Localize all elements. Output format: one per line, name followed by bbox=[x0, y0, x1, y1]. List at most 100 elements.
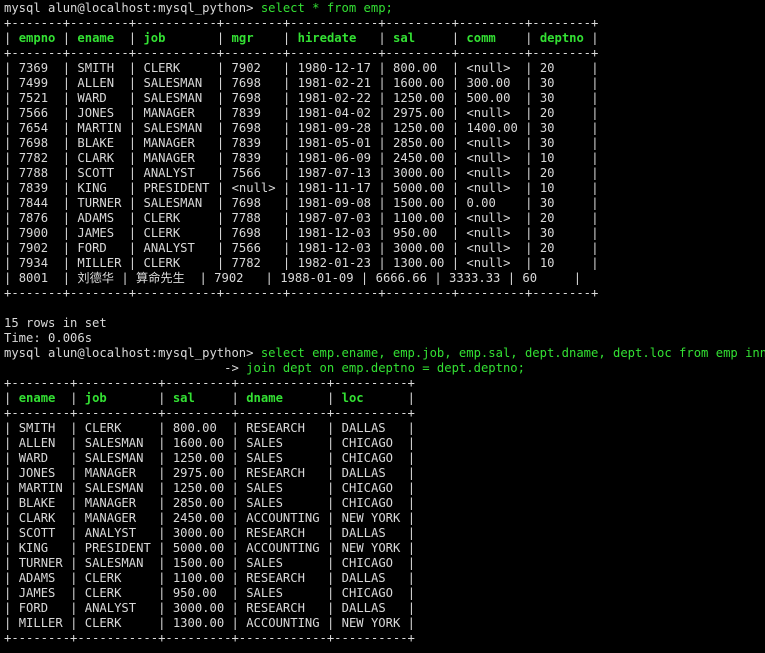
cell-empno: 7521 bbox=[18, 91, 49, 105]
cell-sal: 3000.00 bbox=[172, 601, 225, 615]
cell-ename: ALLEN bbox=[18, 436, 56, 450]
cell-loc: DALLAS bbox=[341, 466, 386, 480]
cell-job: MANAGER bbox=[143, 151, 195, 165]
query-time: Time: 0.006s bbox=[4, 331, 93, 345]
cell-job: CLERK bbox=[84, 421, 122, 435]
cell-job: PRESIDENT bbox=[84, 541, 151, 555]
cell-ename: JONES bbox=[77, 106, 115, 120]
table-row: | 7839 | KING | PRESIDENT | <null> | 198… bbox=[4, 181, 599, 195]
cell-comm: <null> bbox=[466, 136, 511, 150]
cell-loc: DALLAS bbox=[341, 571, 386, 585]
table-row: | 7844 | TURNER | SALESMAN | 7698 | 1981… bbox=[4, 196, 599, 210]
column-header-dname: dname bbox=[246, 391, 283, 405]
cell-ename: KING bbox=[18, 541, 49, 555]
cell-sal: 1300.00 bbox=[393, 256, 445, 270]
cell-sal: 1500.00 bbox=[393, 196, 445, 210]
cell-deptno: 30 bbox=[539, 121, 555, 135]
cell-loc: CHICAGO bbox=[341, 586, 393, 600]
table-row: | JONES | MANAGER | 2975.00 | RESEARCH |… bbox=[4, 466, 416, 480]
cell-ename: JAMES bbox=[18, 586, 56, 600]
cell-deptno: 10 bbox=[539, 151, 555, 165]
cell-ename: ADAMS bbox=[18, 571, 56, 585]
column-header-empno: empno bbox=[18, 31, 56, 45]
row-count: 15 rows in set bbox=[4, 316, 107, 330]
cell-job: ANALYST bbox=[84, 601, 137, 615]
terminal-window[interactable]: mysql alun@localhost:mysql_python> selec… bbox=[0, 0, 765, 646]
table-row: | 7876 | ADAMS | CLERK | 7788 | 1987-07-… bbox=[4, 211, 599, 225]
cell-job: MANAGER bbox=[84, 511, 137, 525]
cell-ename: MILLER bbox=[18, 616, 63, 630]
cell-ename: TURNER bbox=[77, 196, 122, 210]
cell-dname: ACCOUNTING bbox=[246, 511, 320, 525]
cell-sal: 2850.00 bbox=[172, 496, 225, 510]
cell-hiredate: 1981-12-03 bbox=[297, 226, 371, 240]
cell-dname: SALES bbox=[246, 451, 283, 465]
cell-dname: SALES bbox=[246, 436, 283, 450]
cell-empno: 7654 bbox=[18, 121, 49, 135]
cell-mgr: 7698 bbox=[231, 196, 261, 210]
column-header-ename: ename bbox=[18, 391, 56, 405]
cell-loc: NEW YORK bbox=[341, 511, 401, 525]
cell-comm: <null> bbox=[466, 241, 511, 255]
table-border: +--------+-----------+---------+--------… bbox=[4, 631, 415, 645]
cell-sal: 1300.00 bbox=[172, 616, 225, 630]
cell-ename: CLARK bbox=[18, 511, 56, 525]
cell-mgr: 7698 bbox=[231, 91, 261, 105]
cell-empno: 7844 bbox=[18, 196, 49, 210]
table-row: | CLARK | MANAGER | 2450.00 | ACCOUNTING… bbox=[4, 511, 416, 525]
cell-deptno: 20 bbox=[539, 166, 555, 180]
cell-comm: 500.00 bbox=[466, 91, 511, 105]
cell-sal: 1600.00 bbox=[172, 436, 225, 450]
cell-job: CLERK bbox=[84, 571, 122, 585]
cell-deptno: 10 bbox=[539, 256, 555, 270]
cell-hiredate: 1981-09-28 bbox=[297, 121, 371, 135]
cell-job: MANAGER bbox=[84, 466, 137, 480]
cell-ename: MARTIN bbox=[77, 121, 122, 135]
cell-deptno: 10 bbox=[539, 181, 555, 195]
table-row: | 7788 | SCOTT | ANALYST | 7566 | 1987-0… bbox=[4, 166, 599, 180]
cell-mgr: 7839 bbox=[231, 151, 261, 165]
cell-hiredate: 1981-12-03 bbox=[297, 241, 371, 255]
cell-hiredate: 1981-11-17 bbox=[297, 181, 371, 195]
cell-job: ANALYST bbox=[143, 166, 195, 180]
table-row: | 7900 | JAMES | CLERK | 7698 | 1981-12-… bbox=[4, 226, 599, 240]
cell-comm: <null> bbox=[466, 256, 511, 270]
cell-sal: 3000.00 bbox=[393, 166, 445, 180]
column-header-ename: ename bbox=[77, 31, 115, 45]
cell-job: 算命先生 bbox=[136, 271, 185, 285]
cell-sal: 1100.00 bbox=[172, 571, 225, 585]
result-table-join: +--------+-----------+---------+--------… bbox=[4, 376, 765, 646]
table-row: | BLAKE | MANAGER | 2850.00 | SALES | CH… bbox=[4, 496, 416, 510]
cell-ename: MARTIN bbox=[18, 481, 63, 495]
cell-deptno: 30 bbox=[539, 91, 555, 105]
table-border: +-------+--------+-----------+--------+-… bbox=[4, 46, 599, 60]
table-row: | ADAMS | CLERK | 1100.00 | RESEARCH | D… bbox=[4, 571, 416, 585]
cell-mgr: 7839 bbox=[231, 136, 261, 150]
cell-ename: JONES bbox=[18, 466, 56, 480]
cell-sal: 5000.00 bbox=[393, 181, 445, 195]
cell-comm: <null> bbox=[466, 166, 511, 180]
table-row: | 7902 | FORD | ANALYST | 7566 | 1981-12… bbox=[4, 241, 599, 255]
cell-job: PRESIDENT bbox=[143, 181, 210, 195]
table-row: | 7566 | JONES | MANAGER | 7839 | 1981-0… bbox=[4, 106, 599, 120]
table-row: | FORD | ANALYST | 3000.00 | RESEARCH | … bbox=[4, 601, 416, 615]
cell-ename: 刘德华 bbox=[77, 271, 114, 285]
cell-sal: 2450.00 bbox=[393, 151, 445, 165]
cell-mgr: 7698 bbox=[231, 226, 261, 240]
cell-dname: ACCOUNTING bbox=[246, 616, 320, 630]
cell-ename: FORD bbox=[77, 241, 107, 255]
table-row: | WARD | SALESMAN | 1250.00 | SALES | CH… bbox=[4, 451, 416, 465]
cell-sal: 950.00 bbox=[393, 226, 438, 240]
cell-dname: SALES bbox=[246, 586, 283, 600]
cell-job: MANAGER bbox=[143, 106, 195, 120]
cell-comm: <null> bbox=[466, 226, 511, 240]
column-header-deptno: deptno bbox=[539, 31, 584, 45]
cell-sal: 2450.00 bbox=[172, 511, 225, 525]
cell-job: MANAGER bbox=[84, 496, 137, 510]
table-row: | 7934 | MILLER | CLERK | 7782 | 1982-01… bbox=[4, 256, 599, 270]
cell-hiredate: 1981-05-01 bbox=[297, 136, 371, 150]
cell-job: CLERK bbox=[84, 586, 122, 600]
cell-dname: RESEARCH bbox=[246, 601, 305, 615]
cell-mgr: 7782 bbox=[231, 256, 261, 270]
cell-dname: SALES bbox=[246, 496, 283, 510]
